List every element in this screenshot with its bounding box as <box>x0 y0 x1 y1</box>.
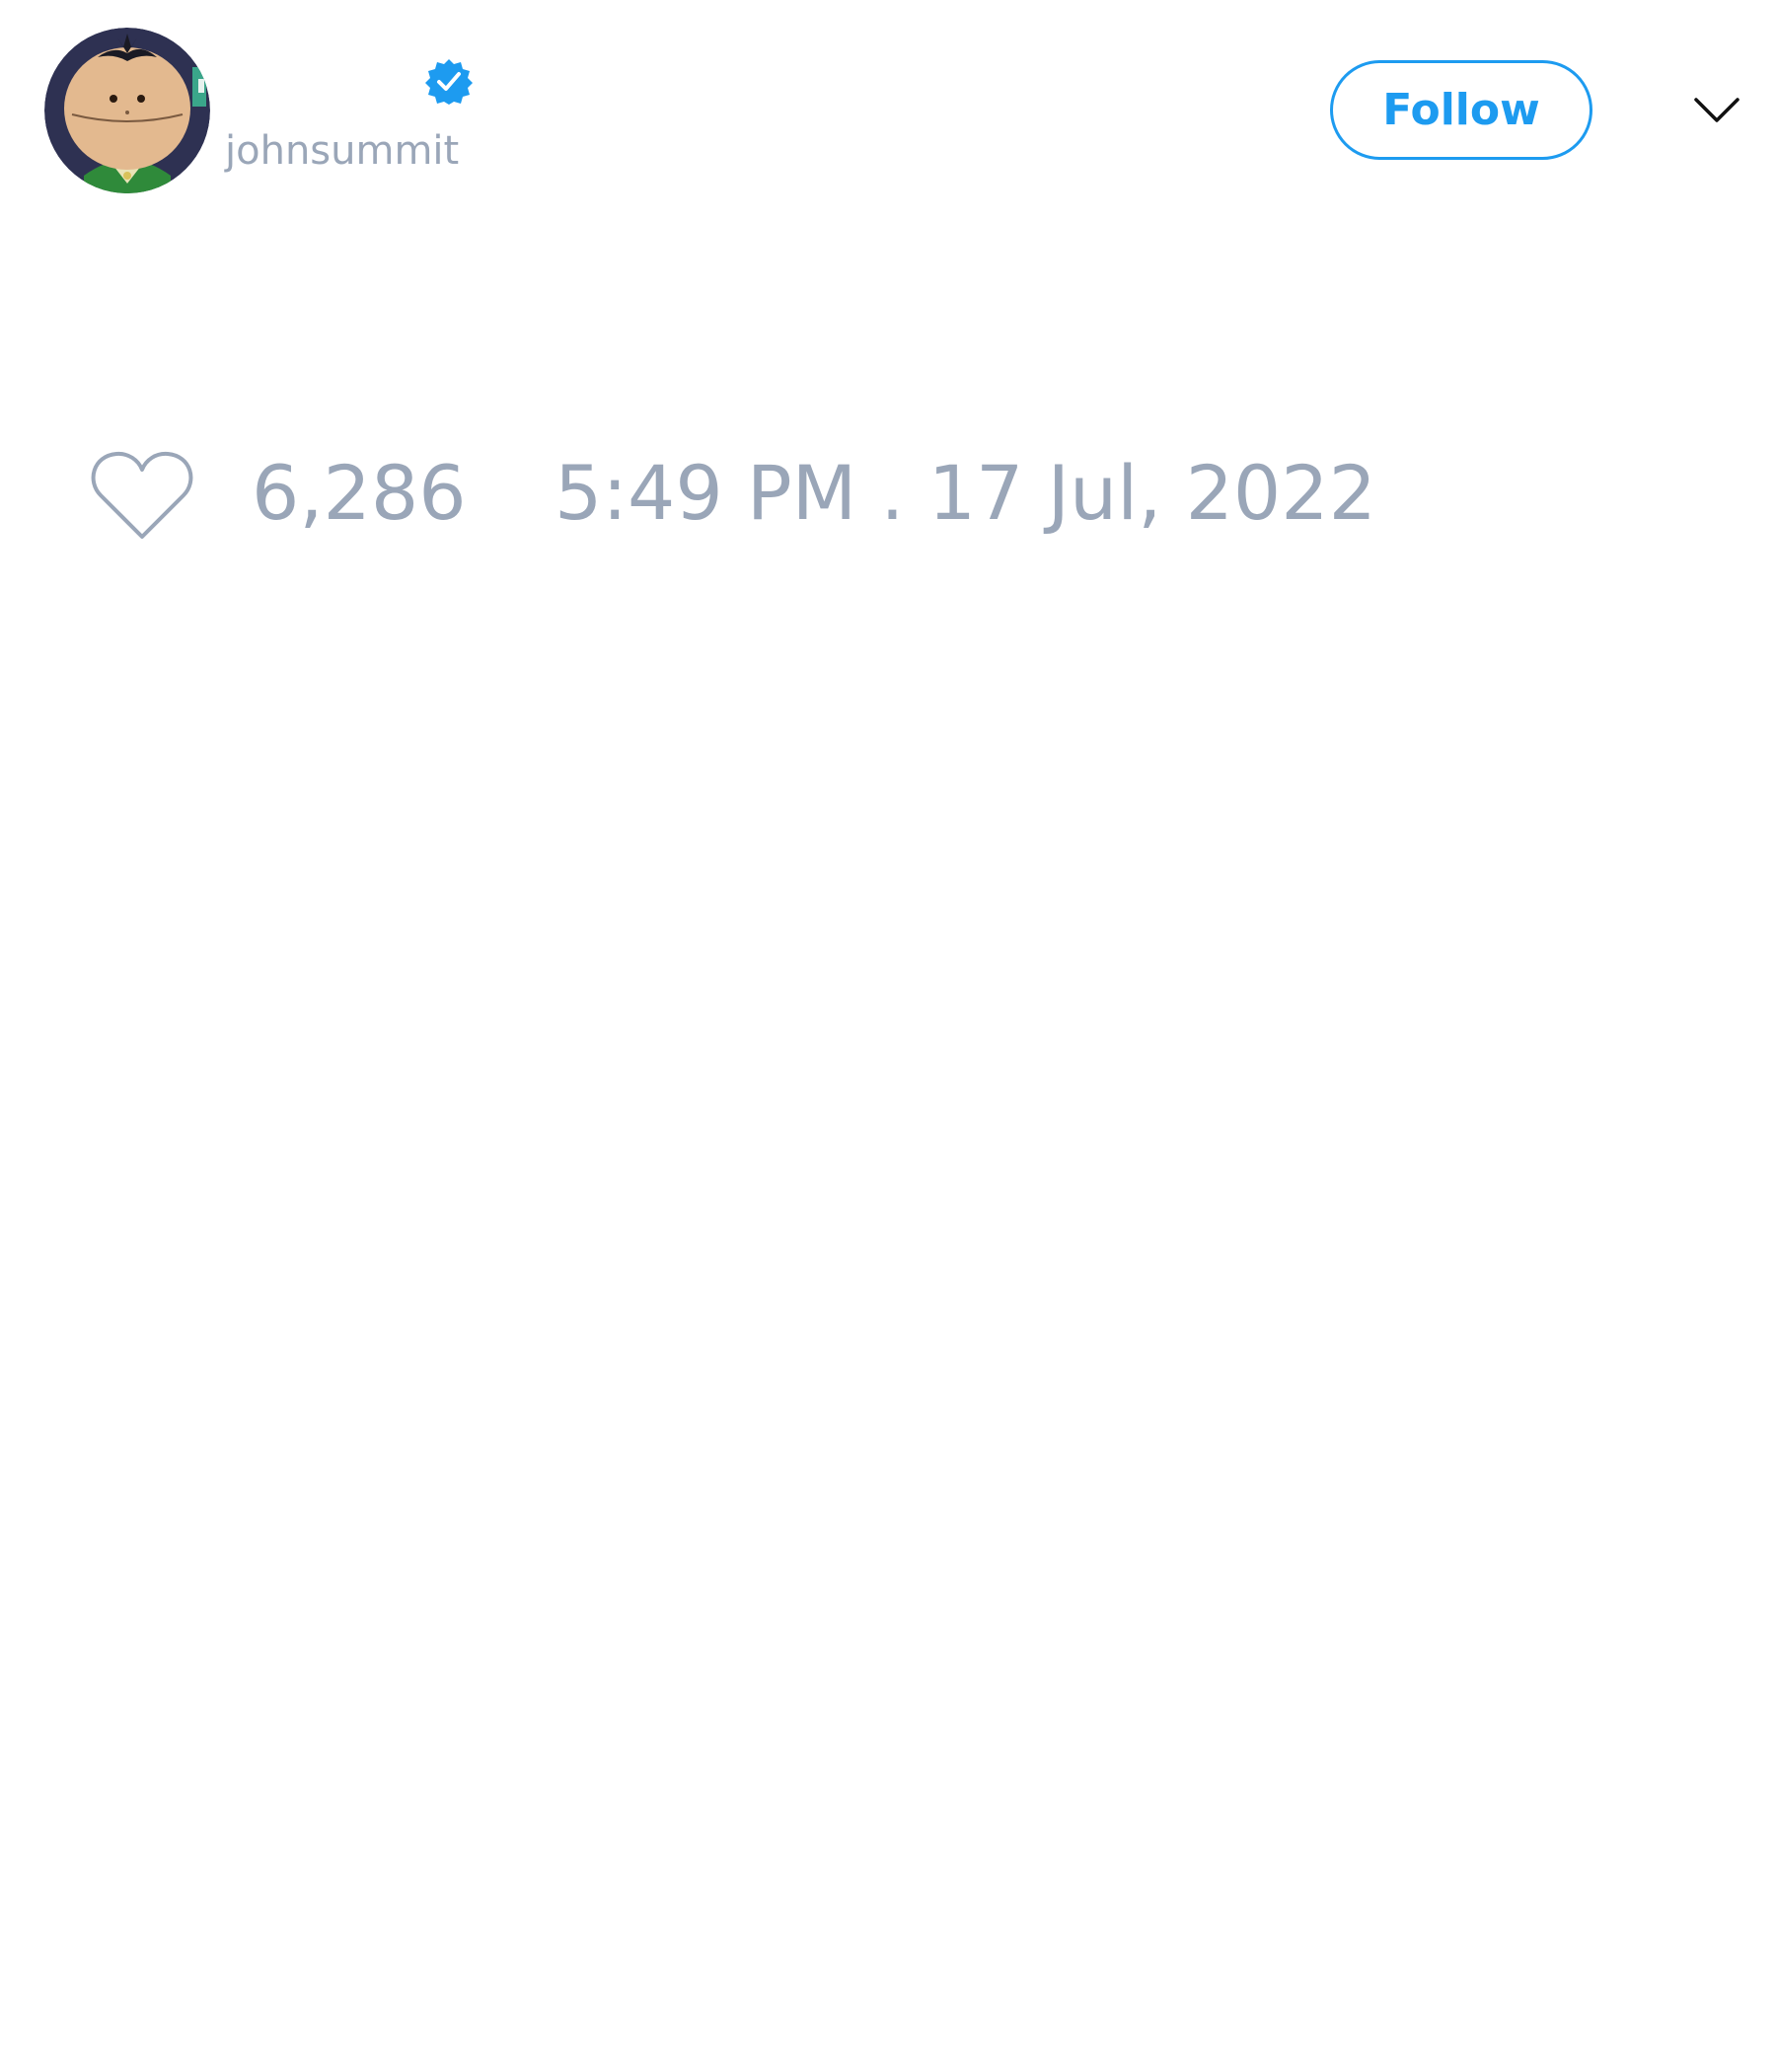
avatar[interactable] <box>44 28 210 193</box>
heart-outline-icon[interactable] <box>89 446 195 545</box>
verified-badge-icon <box>425 57 473 105</box>
like-count: 6,286 <box>252 449 467 537</box>
follow-button[interactable]: Follow <box>1330 60 1592 160</box>
author-handle[interactable]: johnsummit <box>225 124 459 178</box>
tweet-timestamp[interactable]: 5:49 PM . 17 Jul, 2022 <box>555 449 1376 538</box>
chevron-down-icon[interactable] <box>1692 90 1741 129</box>
tweet-card: johnsummit Follow 6,286 5:49 PM . 17 Jul… <box>0 0 1776 2072</box>
avatar-image <box>44 28 210 193</box>
